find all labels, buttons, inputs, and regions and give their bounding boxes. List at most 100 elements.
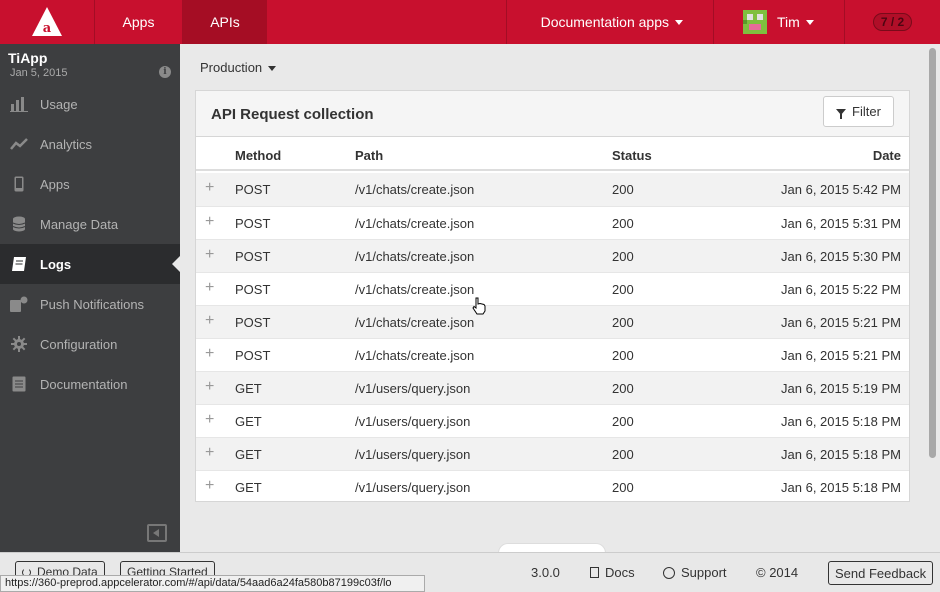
path-cell: /v1/users/query.json: [355, 480, 471, 495]
path-cell: /v1/users/query.json: [355, 447, 471, 462]
sidebar-item-apps[interactable]: Apps: [0, 164, 180, 204]
path-cell: /v1/chats/create.json: [355, 315, 475, 330]
support-link[interactable]: Support: [663, 565, 727, 580]
logo-link[interactable]: a: [0, 0, 95, 44]
method-cell: GET: [235, 414, 262, 429]
line-chart-icon: [10, 135, 28, 153]
mobile-icon: [10, 175, 28, 193]
copyright-text: © 2014: [756, 565, 799, 580]
expand-row-icon[interactable]: +: [205, 246, 214, 264]
path-cell: /v1/chats/create.json: [355, 216, 475, 231]
column-header-status[interactable]: Status: [612, 148, 652, 163]
sidebar-item-configuration[interactable]: Configuration: [0, 324, 180, 364]
notification-badge-cell[interactable]: 7 / 2: [845, 0, 940, 44]
column-header-path[interactable]: Path: [355, 148, 383, 163]
filter-button[interactable]: Filter: [823, 96, 894, 127]
date-cell: Jan 6, 2015 5:30 PM: [781, 249, 901, 264]
sidebar-item-push-notifications[interactable]: Push Notifications: [0, 284, 180, 324]
filter-label: Filter: [852, 104, 881, 119]
status-cell: 200: [612, 216, 634, 231]
tab-apps[interactable]: Apps: [95, 0, 183, 44]
method-cell: GET: [235, 447, 262, 462]
app-title: TiApp: [8, 50, 48, 66]
environment-label: Production: [200, 60, 263, 75]
version-text: 3.0.0: [531, 565, 560, 580]
appcelerator-logo-icon: a: [32, 7, 62, 36]
table-row[interactable]: + GET/v1/users/query.json 200 Jan 6, 2015 5…: [196, 437, 909, 470]
expand-row-icon[interactable]: +: [205, 279, 214, 297]
api-request-panel: API Request collection Filter Method Pat…: [195, 90, 910, 502]
docs-link[interactable]: Docs: [590, 565, 635, 580]
environment-dropdown[interactable]: Production: [200, 60, 277, 75]
expand-row-icon[interactable]: +: [205, 213, 214, 231]
expand-row-icon[interactable]: +: [205, 444, 214, 462]
table-row[interactable]: + POST/v1/chats/create.json 200 Jan 6, 2015…: [196, 206, 909, 239]
chevron-down-icon: [675, 19, 683, 25]
table-row[interactable]: + POST/v1/chats/create.json 200 Jan 6, 2015…: [196, 305, 909, 338]
avatar: [743, 10, 767, 34]
status-cell: 200: [612, 447, 634, 462]
date-cell: Jan 6, 2015 5:19 PM: [781, 381, 901, 396]
support-label: Support: [681, 565, 727, 580]
status-cell: 200: [612, 249, 634, 264]
sidebar-item-usage[interactable]: Usage: [0, 84, 180, 124]
method-cell: POST: [235, 348, 271, 363]
sidebar-item-logs[interactable]: Logs: [0, 244, 180, 284]
collapse-sidebar-icon[interactable]: [147, 524, 167, 542]
panel-header: API Request collection Filter: [196, 91, 909, 137]
tab-apis[interactable]: APIs: [183, 0, 267, 44]
top-nav: a Apps APIs Documentation apps Tim 7 / 2: [0, 0, 940, 44]
globe-icon: [663, 566, 675, 579]
date-cell: Jan 6, 2015 5:31 PM: [781, 216, 901, 231]
scrollbar[interactable]: [928, 46, 938, 551]
table-row[interactable]: + POST/v1/chats/create.json 200 Jan 6, 2015…: [196, 173, 909, 206]
chevron-down-icon: [805, 19, 814, 25]
scrollbar-thumb[interactable]: [929, 48, 936, 458]
expand-row-icon[interactable]: +: [205, 411, 214, 429]
date-cell: Jan 6, 2015 5:42 PM: [781, 182, 901, 197]
column-header-method[interactable]: Method: [235, 148, 281, 163]
table-row[interactable]: + GET/v1/users/query.json 200 Jan 6, 2015 5…: [196, 404, 909, 437]
table-row[interactable]: + GET/v1/users/query.json 200 Jan 6, 2015 5…: [196, 371, 909, 404]
path-cell: /v1/chats/create.json: [355, 182, 475, 197]
info-icon[interactable]: i: [159, 66, 171, 78]
method-cell: POST: [235, 182, 271, 197]
user-menu[interactable]: Tim: [714, 0, 845, 44]
path-cell: /v1/users/query.json: [355, 414, 471, 429]
date-cell: Jan 6, 2015 5:18 PM: [781, 480, 901, 495]
panel-title: API Request collection: [211, 106, 374, 123]
docs-label: Docs: [605, 565, 635, 580]
database-icon: [10, 215, 28, 233]
documentation-apps-dropdown[interactable]: Documentation apps: [507, 0, 714, 44]
sidebar-item-analytics[interactable]: Analytics: [0, 124, 180, 164]
send-feedback-label: Send Feedback: [835, 565, 927, 581]
send-feedback-button[interactable]: Send Feedback: [828, 561, 934, 585]
book-icon: [10, 255, 28, 273]
table-row[interactable]: + POST/v1/chats/create.json 200 Jan 6, 2015…: [196, 239, 909, 272]
expand-row-icon[interactable]: +: [205, 312, 214, 330]
expand-row-icon[interactable]: +: [205, 477, 214, 495]
sidebar-item-label: Manage Data: [40, 216, 119, 232]
status-cell: 200: [612, 182, 634, 197]
sidebar-item-manage-data[interactable]: Manage Data: [0, 204, 180, 244]
sidebar-item-documentation[interactable]: Documentation: [0, 364, 180, 404]
expand-row-icon[interactable]: +: [205, 179, 214, 197]
method-cell: POST: [235, 282, 271, 297]
table-row[interactable]: + POST/v1/chats/create.json 200 Jan 6, 2015…: [196, 272, 909, 305]
filter-icon: [836, 108, 847, 119]
column-header-date[interactable]: Date: [873, 148, 901, 163]
table-row[interactable]: + GET/v1/users/query.json 200 Jan 6, 2015 5…: [196, 470, 909, 503]
sidebar-item-label: Apps: [40, 176, 70, 192]
expand-row-icon[interactable]: +: [205, 345, 214, 363]
status-bar-url: https://360-preprod.appcelerator.com/#/a…: [0, 575, 425, 592]
nav-spacer: [267, 0, 507, 44]
status-cell: 200: [612, 381, 634, 396]
expand-row-icon[interactable]: +: [205, 378, 214, 396]
method-cell: POST: [235, 249, 271, 264]
table-row[interactable]: + POST/v1/chats/create.json 200 Jan 6, 2015…: [196, 338, 909, 371]
status-cell: 200: [612, 414, 634, 429]
app-date: Jan 5, 2015: [10, 67, 68, 79]
bar-chart-icon: [10, 95, 28, 113]
status-cell: 200: [612, 315, 634, 330]
sidebar-item-label: Logs: [40, 256, 72, 272]
